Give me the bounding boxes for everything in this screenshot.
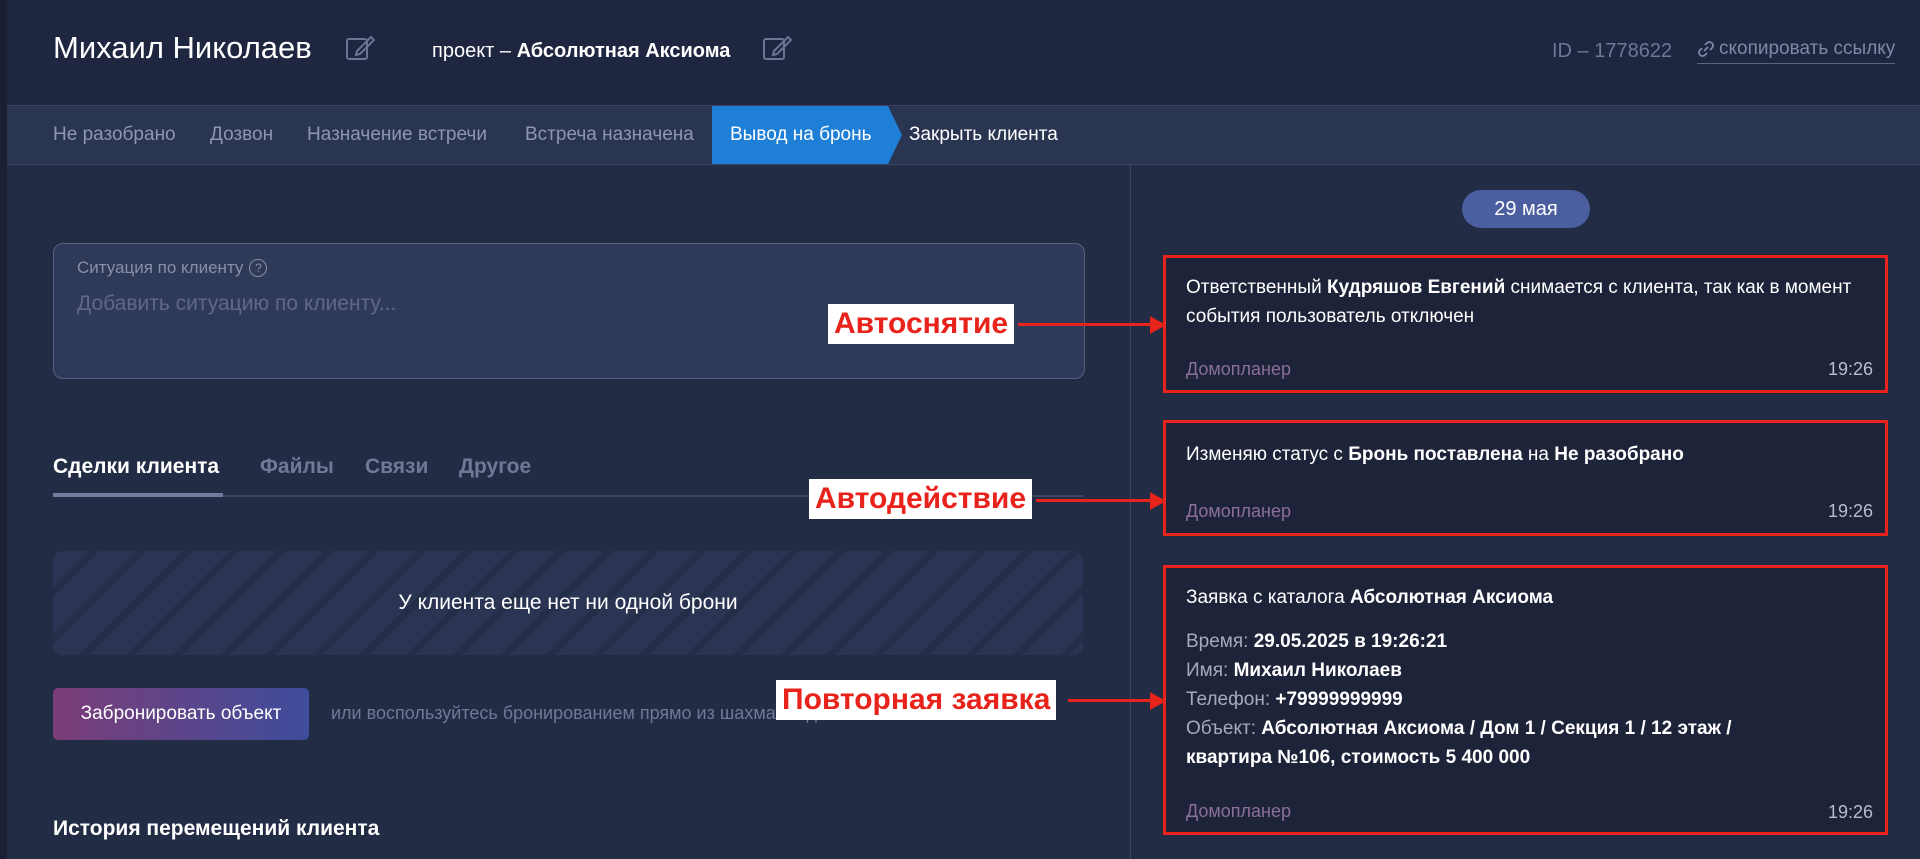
project-label: проект – Абсолютная Аксиома xyxy=(432,40,731,62)
event-time: 19:26 xyxy=(1827,802,1873,822)
empty-deals-text: У клиента еще нет ни одной брони xyxy=(398,591,738,614)
stage-meeting-scheduled[interactable]: Встреча назначена xyxy=(525,124,694,146)
event-repeat-request: Заявка с каталога Абсолютная Аксиома Вре… xyxy=(1163,565,1888,835)
window-edge xyxy=(0,0,7,859)
event-source: Домопланер xyxy=(1186,359,1292,379)
event-status-change: Изменяю статус с Бронь поставлена на Не … xyxy=(1163,420,1888,536)
edit-name-icon[interactable] xyxy=(345,33,375,63)
annotation-arrow xyxy=(1018,323,1160,326)
tab-links[interactable]: Связи xyxy=(365,455,428,479)
event-source: Домопланер xyxy=(1186,801,1292,821)
copy-link[interactable]: скопировать ссылку xyxy=(1697,38,1896,64)
annotation-auto-action: Автодействие xyxy=(809,479,1033,519)
event-time: 19:26 xyxy=(1827,359,1873,379)
copy-link-label: скопировать ссылку xyxy=(1719,38,1896,59)
request-name: Имя: Михаил Николаев xyxy=(1186,660,1402,681)
arrowhead xyxy=(1150,492,1166,510)
book-object-button[interactable]: Забронировать объект xyxy=(53,688,309,740)
client-header: Михаил Николаев проект – Абсолютная Акси… xyxy=(7,0,1920,106)
tab-other[interactable]: Другое xyxy=(459,455,531,479)
request-object-cont: квартира №106, стоимость 5 400 000 xyxy=(1186,747,1531,768)
app-frame: Михаил Николаев проект – Абсолютная Акси… xyxy=(0,0,1920,859)
arrowhead xyxy=(1150,692,1166,710)
active-tab-indicator xyxy=(53,493,223,497)
annotation-repeat-request: Повторная заявка xyxy=(776,680,1057,720)
help-icon[interactable]: ? xyxy=(249,259,268,277)
arrowhead xyxy=(1150,316,1166,334)
client-id: ID – 1778622 xyxy=(1552,40,1673,62)
stage-close-client[interactable]: Закрыть клиента xyxy=(909,124,1058,146)
annotation-arrow xyxy=(1068,699,1160,702)
stage-booking-label: Вывод на бронь xyxy=(730,124,872,145)
tab-deals[interactable]: Сделки клиента xyxy=(53,455,219,479)
panel-divider xyxy=(1130,165,1131,859)
empty-deals-box: У клиента еще нет ни одной брони xyxy=(53,551,1083,655)
stage-not-sorted[interactable]: Не разобрано xyxy=(53,124,176,146)
event-source: Домопланер xyxy=(1186,501,1292,521)
event-text: Изменяю статус с Бронь поставлена на Не … xyxy=(1186,444,1684,465)
stage-meeting-setup[interactable]: Назначение встречи xyxy=(307,124,487,146)
annotation-auto-removal: Автоснятие xyxy=(828,304,1015,344)
request-time: Время: 29.05.2025 в 19:26:21 xyxy=(1186,631,1448,652)
edit-project-icon[interactable] xyxy=(762,33,792,63)
situation-placeholder: Добавить ситуацию по клиенту... xyxy=(77,292,397,315)
client-name: Михаил Николаев xyxy=(53,30,312,65)
request-object: Объект: Абсолютная Аксиома / Дом 1 / Сек… xyxy=(1186,718,1732,739)
event-text: Заявка с каталога Абсолютная Аксиома xyxy=(1186,587,1554,608)
event-text: Ответственный Кудряшов Евгений снимается… xyxy=(1186,277,1852,327)
history-title: История перемещений клиента xyxy=(53,817,380,840)
annotation-arrow xyxy=(1036,499,1160,502)
event-time: 19:26 xyxy=(1827,501,1873,521)
request-phone: Телефон: +79999999999 xyxy=(1186,689,1403,710)
stage-calling[interactable]: Дозвон xyxy=(210,124,273,146)
project-name: Абсолютная Аксиома xyxy=(516,40,731,62)
situation-label: Ситуация по клиенту ? xyxy=(77,258,268,278)
tab-files[interactable]: Файлы xyxy=(260,455,334,479)
stage-pipeline: Не разобрано Дозвон Назначение встречи В… xyxy=(7,106,1920,165)
link-icon xyxy=(1698,41,1714,57)
event-auto-removal: Ответственный Кудряшов Евгений снимается… xyxy=(1163,255,1888,393)
date-badge: 29 мая xyxy=(1462,190,1590,228)
book-hint: или воспользуйтесь бронированием прямо и… xyxy=(331,703,850,723)
